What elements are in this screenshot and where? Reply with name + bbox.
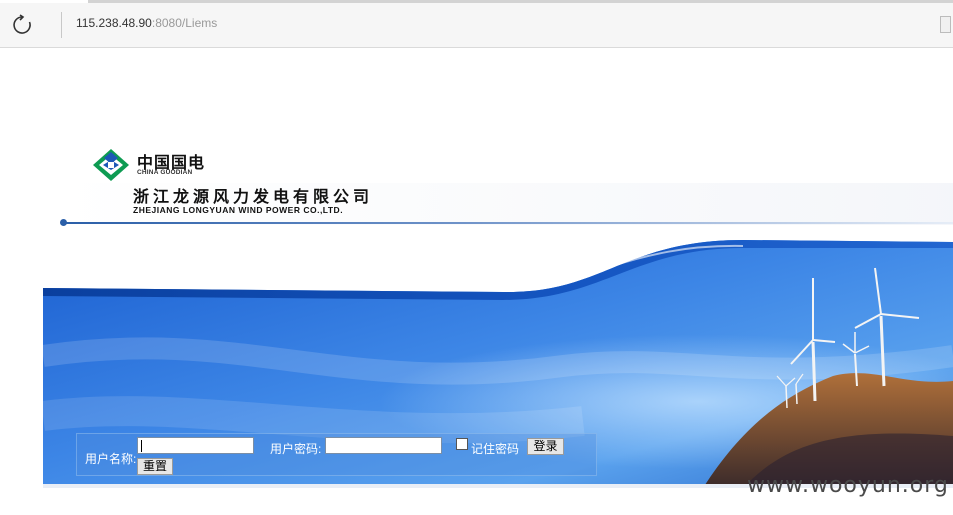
watermark: www.wooyun.org	[747, 473, 949, 498]
reload-icon[interactable]	[11, 14, 33, 36]
china-guodian-logo	[93, 149, 129, 181]
text-caret	[141, 440, 142, 452]
address-bar[interactable]: 115.238.48.90:8080/Liems	[76, 16, 217, 30]
remember-password-label: 记住密码	[471, 442, 520, 456]
tabs-icon[interactable]	[940, 16, 951, 33]
url-path: :8080/Liems	[151, 16, 218, 30]
toolbar-separator	[61, 12, 62, 38]
url-host: 115.238.48.90	[76, 16, 152, 30]
password-label: 用户密码:	[270, 442, 322, 456]
company-name-chinese: 浙江龙源风力发电有限公司	[133, 187, 374, 206]
reset-button[interactable]: 重置	[137, 458, 173, 475]
password-input[interactable]	[325, 437, 442, 454]
header-divider-dot	[60, 219, 67, 226]
company-name-english: ZHEJIANG LONGYUAN WIND POWER CO.,LTD.	[133, 205, 344, 215]
username-label: 用户名称:	[85, 452, 137, 466]
brand-english: CHINA GUODIAN	[137, 169, 193, 176]
remember-password-checkbox[interactable]	[456, 438, 468, 450]
browser-toolbar: 115.238.48.90:8080/Liems	[0, 3, 953, 48]
login-button[interactable]: 登录	[527, 438, 564, 455]
username-input[interactable]	[137, 437, 254, 454]
header-divider	[63, 222, 953, 224]
